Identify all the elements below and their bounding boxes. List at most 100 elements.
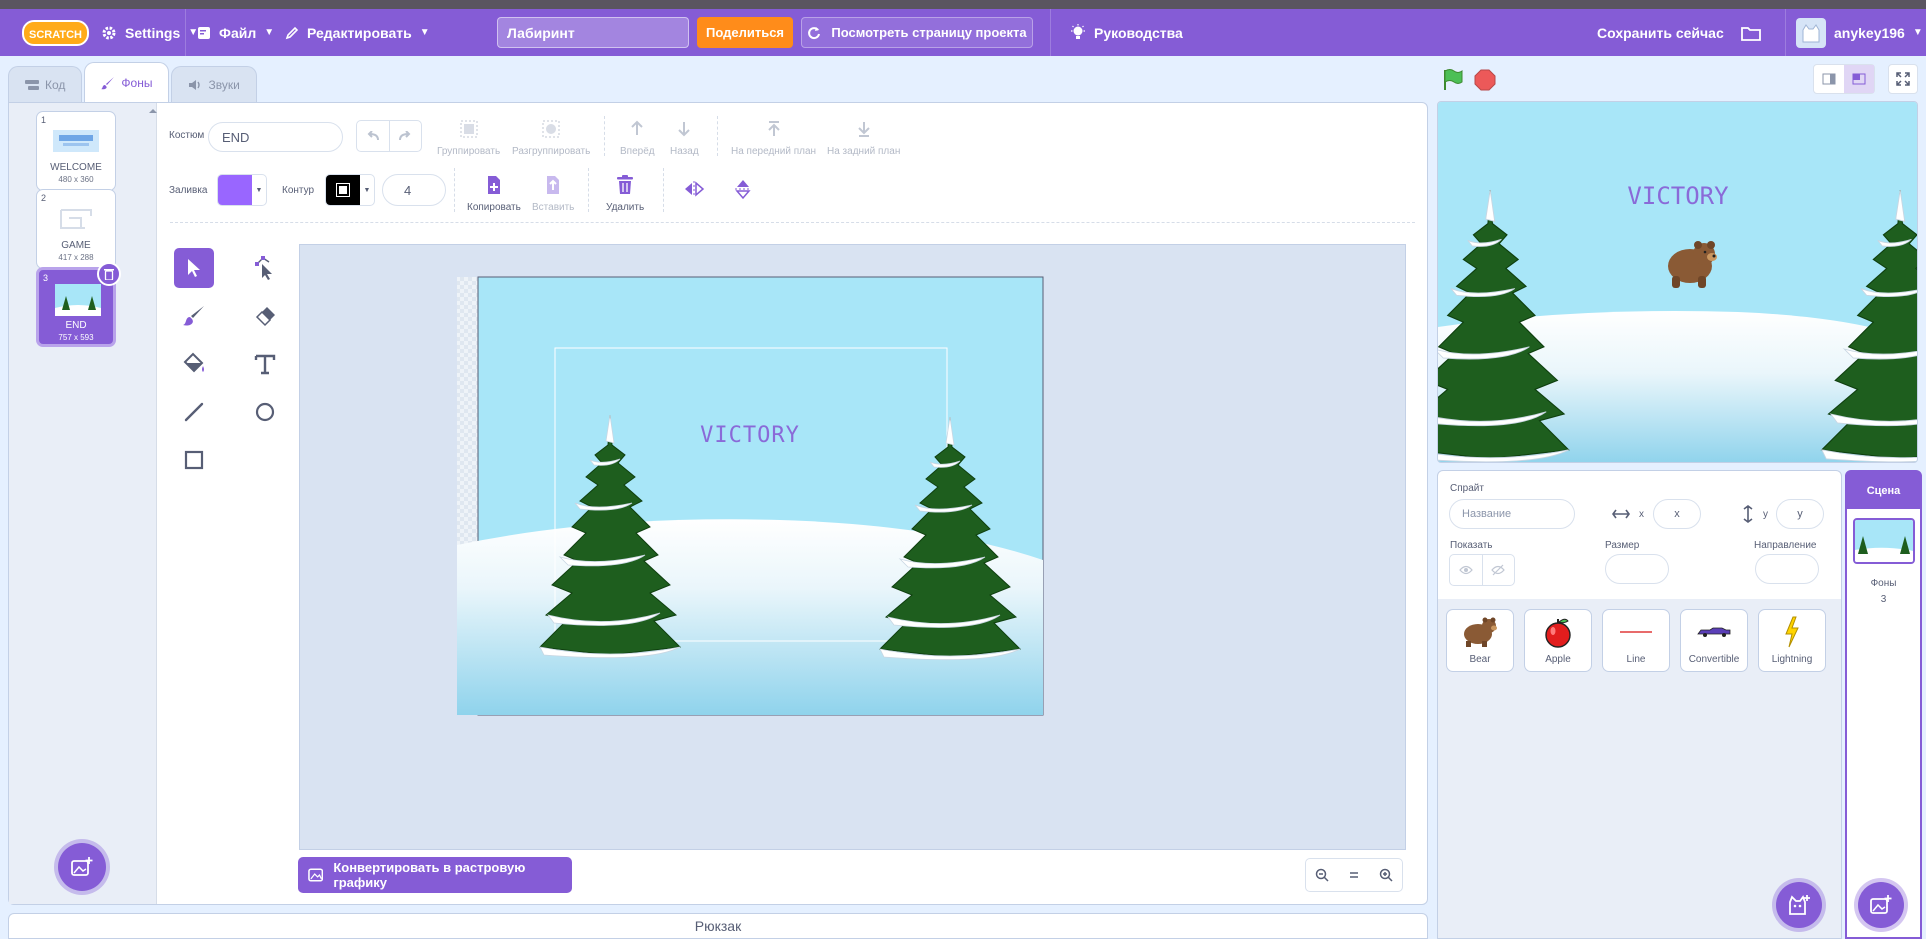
copy-button[interactable]: Копировать (467, 174, 521, 213)
tab-label: Код (45, 77, 66, 92)
backdrop-thumbnail (53, 130, 99, 152)
toolbar-divider (588, 168, 589, 212)
stage-thumbnail (1853, 518, 1915, 564)
backpack-bar[interactable]: Рюкзак (8, 913, 1428, 939)
send-back-icon (857, 122, 870, 137)
stop-button[interactable] (1473, 68, 1497, 92)
scroll-up-arrow-icon (149, 109, 157, 113)
select-tool[interactable] (174, 248, 214, 288)
stage-view[interactable]: VICTORY (1437, 101, 1918, 463)
large-stage-button[interactable] (1844, 65, 1874, 93)
undo-button[interactable] (357, 121, 389, 151)
costume-name-label: Костюм (169, 130, 205, 141)
outline-color-picker[interactable]: ▼ (325, 174, 375, 206)
fullscreen-button[interactable] (1888, 64, 1918, 94)
convert-to-bitmap-button[interactable]: Конвертировать в растровую графику (298, 857, 572, 893)
fill-label: Заливка (169, 185, 208, 196)
text-tool[interactable] (245, 344, 285, 384)
stage-target-pane[interactable]: Сцена Фоны 3 (1845, 470, 1922, 939)
share-button[interactable]: Поделиться (697, 17, 793, 48)
toolbar-divider (663, 168, 664, 212)
fill-tool[interactable] (174, 344, 214, 384)
chevron-down-icon: ▼ (255, 186, 263, 194)
forward-button[interactable]: Вперёд (620, 118, 655, 157)
fill-color-swatch (218, 175, 252, 205)
file-menu[interactable]: Файл ▼ (197, 9, 274, 56)
menu-bar: SCRATCH Settings ▼ Файл ▼ Редактировать … (0, 9, 1926, 56)
project-title-input[interactable]: Лабиринт (497, 17, 689, 48)
account-menu[interactable]: anykey196 ▼ (1796, 9, 1923, 56)
choose-backdrop-button[interactable] (58, 843, 106, 891)
sprite-name: Line (1626, 654, 1646, 665)
brush-tool[interactable] (174, 296, 214, 336)
green-flag-button[interactable] (1441, 68, 1465, 92)
redo-button[interactable] (388, 121, 422, 151)
flip-vertical-button[interactable] (732, 178, 754, 200)
fill-color-picker[interactable]: ▼ (217, 174, 267, 206)
line-tool[interactable] (174, 392, 214, 432)
size-input[interactable] (1605, 554, 1669, 584)
sprite-tile-bear[interactable]: Bear (1446, 609, 1514, 672)
rectangle-tool[interactable] (174, 440, 214, 480)
zoom-out-button[interactable] (1306, 859, 1338, 891)
avatar (1796, 17, 1826, 48)
paint-canvas[interactable]: VICTORY (299, 244, 1406, 850)
delete-button[interactable]: Удалить (606, 174, 644, 213)
flip-horizontal-button[interactable] (683, 178, 705, 200)
zoom-in-button[interactable] (1370, 859, 1402, 891)
sprite-tile-convertible[interactable]: Convertible (1680, 609, 1748, 672)
choose-sprite-button[interactable] (1776, 882, 1822, 928)
choose-backdrop-stage-button[interactable] (1858, 882, 1904, 928)
group-button[interactable]: Группировать (437, 118, 500, 157)
settings-menu[interactable]: Settings ▼ (101, 9, 198, 56)
tab-code[interactable]: Код (8, 66, 83, 102)
show-sprite-button[interactable] (1450, 555, 1482, 585)
scratch-logo[interactable]: SCRATCH (22, 17, 89, 49)
direction-input[interactable] (1755, 554, 1819, 584)
tab-backdrops[interactable]: Фоны (84, 62, 170, 102)
edit-menu[interactable]: Редактировать ▼ (285, 9, 430, 56)
sprite-tile-line[interactable]: Line (1602, 609, 1670, 672)
sprite-name-input[interactable]: Название (1449, 499, 1575, 529)
send-to-back-button[interactable]: На задний план (827, 118, 900, 157)
sprite-tile-apple[interactable]: Apple (1524, 609, 1592, 672)
y-input[interactable]: y (1776, 499, 1824, 529)
outline-color-swatch (326, 175, 360, 205)
zoom-reset-button[interactable] (1338, 859, 1370, 891)
save-now-button[interactable]: Сохранить сейчас (1597, 9, 1724, 56)
outline-width-input[interactable]: 4 (382, 174, 446, 206)
small-stage-button[interactable] (1814, 65, 1844, 93)
eraser-tool[interactable] (245, 296, 285, 336)
backdrop-number: 1 (41, 115, 47, 125)
sprite-tile-lightning[interactable]: Lightning (1758, 609, 1826, 672)
tutorials-menu[interactable]: Руководства (1070, 9, 1183, 56)
x-input[interactable]: x (1653, 499, 1701, 529)
backdrop-tile-welcome[interactable]: 1 WELCOME 480 x 360 (36, 111, 116, 191)
arrow-up-icon (631, 120, 644, 135)
my-stuff-button[interactable] (1741, 9, 1761, 56)
tab-sounds[interactable]: Звуки (171, 66, 257, 102)
redo-icon (399, 131, 411, 141)
reshape-tool[interactable] (245, 248, 285, 288)
delete-backdrop-button[interactable] (97, 262, 121, 286)
backward-button[interactable]: Назад (670, 118, 699, 157)
settings-label: Settings (125, 24, 181, 41)
bring-to-front-button[interactable]: На передний план (731, 118, 816, 157)
ungroup-button[interactable]: Разгруппировать (512, 118, 590, 157)
backdrop-list-scrollbar[interactable] (147, 103, 157, 904)
ungroup-label: Разгруппировать (512, 146, 591, 157)
costume-name-input[interactable]: END (208, 122, 343, 152)
backdrop-tile-end[interactable]: 3 END 757 x 593 (36, 262, 121, 347)
arrow-down-icon (678, 122, 691, 137)
circle-tool[interactable] (245, 392, 285, 432)
backdrop-tile-game[interactable]: 2 GAME 417 x 288 (36, 189, 116, 269)
bring-front-icon (767, 121, 780, 136)
size-label: Размер (1605, 540, 1640, 551)
see-project-page-button[interactable]: Посмотреть страницу проекта (801, 17, 1033, 48)
backdrops-count: 3 (1880, 594, 1887, 605)
bear-icon (1464, 617, 1497, 647)
flip-horizontal-icon (685, 181, 705, 197)
hide-sprite-button[interactable] (1481, 555, 1515, 585)
paste-button[interactable]: Вставить (532, 174, 574, 213)
show-label: Показать (1450, 540, 1493, 551)
